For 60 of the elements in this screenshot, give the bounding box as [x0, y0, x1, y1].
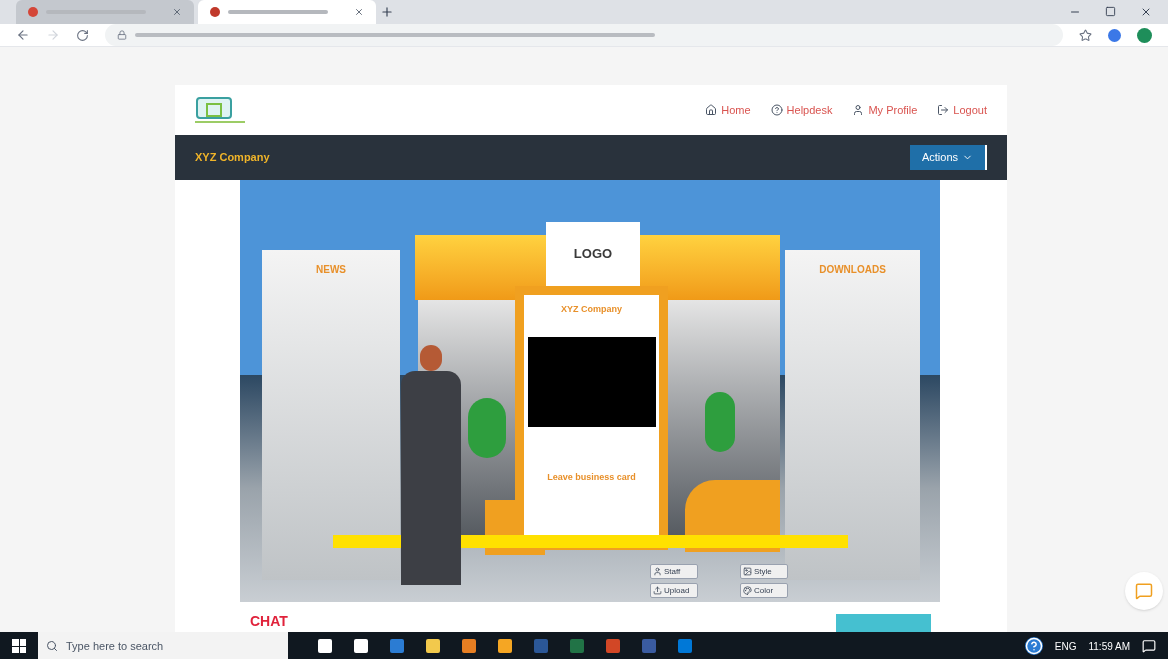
close-icon[interactable]	[1140, 6, 1152, 18]
taskbar-app-icon[interactable]	[678, 639, 692, 653]
taskbar-app-icon[interactable]	[498, 639, 512, 653]
browser-tab[interactable]	[16, 0, 194, 24]
nav-link[interactable]: Helpdesk	[770, 101, 833, 119]
company-name: XYZ Company	[195, 150, 270, 166]
help-icon	[770, 104, 783, 116]
taskbar-app-icon[interactable]	[534, 639, 548, 653]
booth-tool-button[interactable]: Style	[740, 564, 788, 579]
back-icon[interactable]	[16, 28, 30, 42]
taskbar-app-icon[interactable]	[570, 639, 584, 653]
upload-icon	[653, 586, 662, 595]
logo-plate: LOGO	[546, 222, 640, 286]
help-icon[interactable]	[1024, 637, 1043, 655]
favicon-icon	[210, 7, 220, 17]
extension-icon[interactable]	[1108, 28, 1121, 42]
favicon-icon	[28, 7, 38, 17]
clock-time[interactable]: 11:59 AM	[1088, 638, 1130, 654]
booth-tool-button[interactable]: Upload	[650, 583, 698, 598]
taskbar-search-field[interactable]: Type here to search	[38, 632, 288, 659]
nav-link[interactable]: My Profile	[852, 101, 918, 119]
language-indicator[interactable]: ENG	[1054, 638, 1077, 654]
lock-icon	[117, 30, 127, 40]
taskbar-app-icon[interactable]	[390, 639, 404, 653]
chat-logo[interactable]: CHAT	[250, 611, 288, 632]
chat-icon	[1135, 582, 1153, 600]
taskbar-app-icon[interactable]	[462, 639, 476, 653]
search-icon	[46, 640, 58, 652]
nav-link[interactable]: Home	[705, 101, 751, 119]
logout-icon	[937, 104, 950, 116]
booth-tool-button[interactable]: Staff	[650, 564, 698, 579]
reload-icon[interactable]	[76, 28, 89, 42]
address-bar[interactable]	[105, 24, 1063, 46]
notifications-icon[interactable]	[1142, 639, 1156, 653]
person-icon	[852, 104, 865, 116]
chat-bubble-button[interactable]	[1125, 572, 1163, 610]
taskbar-app-icon[interactable]	[606, 639, 620, 653]
close-icon[interactable]	[354, 7, 364, 17]
nav-link[interactable]: Logout	[937, 101, 987, 119]
booth-company-name: XYZ Company	[561, 303, 622, 316]
palette-icon	[743, 586, 752, 595]
logo-icon	[195, 96, 245, 124]
maximize-icon[interactable]	[1105, 6, 1116, 17]
new-tab-icon[interactable]	[380, 5, 394, 19]
picture-icon	[743, 567, 752, 576]
close-icon[interactable]	[172, 7, 182, 17]
actions-button[interactable]: Actions	[909, 145, 987, 170]
bookmark-star-icon[interactable]	[1079, 28, 1092, 42]
taskbar-app-icon[interactable]	[354, 639, 368, 653]
taskbar-app-icon[interactable]	[318, 639, 332, 653]
avatar-icon[interactable]	[1137, 27, 1152, 43]
house-icon	[705, 104, 718, 116]
forward-icon[interactable]	[46, 28, 60, 42]
taskbar-app-icon[interactable]	[642, 639, 656, 653]
plant-drawing	[705, 392, 735, 452]
windows-start-icon[interactable]	[12, 639, 26, 653]
browser-tab[interactable]	[198, 0, 376, 24]
person-icon	[653, 567, 662, 576]
booth-tool-button[interactable]: Color	[740, 583, 788, 598]
taskbar-app-icon[interactable]	[426, 639, 440, 653]
